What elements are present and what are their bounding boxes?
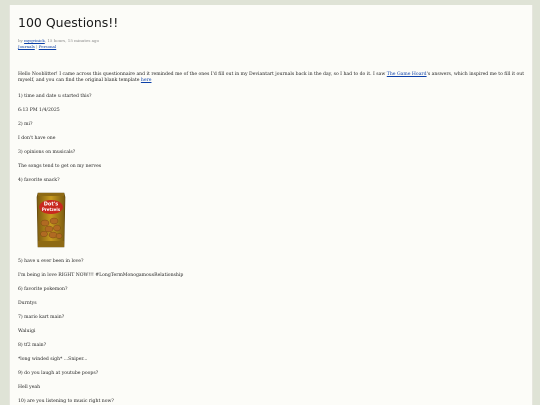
- post-meta: by myqvinick, 15 hours, 15 minutes ago: [18, 38, 100, 43]
- question-7: 7) mario kart main?: [18, 315, 65, 320]
- answer-1: 6:13 PM 1/4/2025: [18, 108, 60, 113]
- answer-6: Durntys: [18, 301, 37, 306]
- bag-bottom: [38, 241, 64, 247]
- answer-8: *long winded sigh* ...Sniper...: [18, 357, 88, 362]
- post-title: 100 Questions!!: [18, 15, 119, 30]
- question-2: 2) mi?: [18, 122, 33, 127]
- question-6: 6) favorite pokemon?: [18, 287, 68, 292]
- author-link[interactable]: myqvinick: [24, 38, 45, 43]
- question-9: 9) do you laugh at youtube poops?: [18, 371, 99, 376]
- answer-5: I'm being in love RIGHT NOW!!! #LongTerm…: [18, 273, 184, 278]
- post-timestamp: 15 hours, 15 minutes ago: [47, 38, 100, 43]
- question-10: 10) are you listening to music right now…: [18, 399, 114, 404]
- answer-7: Waluigi: [18, 329, 36, 334]
- answer-3: The songs tend to get on my nerves: [18, 164, 102, 169]
- meta-by-label: by: [18, 38, 23, 43]
- pretzel-bag-image: Dot's Pretzels: [36, 192, 66, 248]
- intro-text-1: Hello Nooblitter! I came across this que…: [18, 72, 387, 77]
- blog-post-page: 100 Questions!! by myqvinick, 15 hours, …: [9, 5, 533, 405]
- tag-separator: |: [36, 44, 38, 49]
- question-3: 3) opinions on musicals?: [18, 150, 76, 155]
- answer-2: I don't have one: [18, 136, 56, 141]
- intro-paragraph: Hello Nooblitter! I came across this que…: [18, 72, 528, 84]
- tag-journals[interactable]: Journals: [18, 44, 35, 49]
- answer-9: Hell yeah: [18, 385, 41, 390]
- post-tags: Journals | Personal: [18, 44, 56, 49]
- question-1: 1) time and date u started this?: [18, 94, 92, 99]
- question-4: 4) favorite snack?: [18, 178, 60, 183]
- question-5: 5) have u ever been in love?: [18, 259, 84, 264]
- question-8: 8) tf2 main?: [18, 343, 47, 348]
- bag-seal: [38, 193, 64, 196]
- template-link[interactable]: here: [141, 78, 152, 83]
- tag-personal[interactable]: Personal: [39, 44, 57, 49]
- product-text: Pretzels: [42, 207, 61, 212]
- game-hoard-link[interactable]: The Game Hoard: [387, 72, 427, 77]
